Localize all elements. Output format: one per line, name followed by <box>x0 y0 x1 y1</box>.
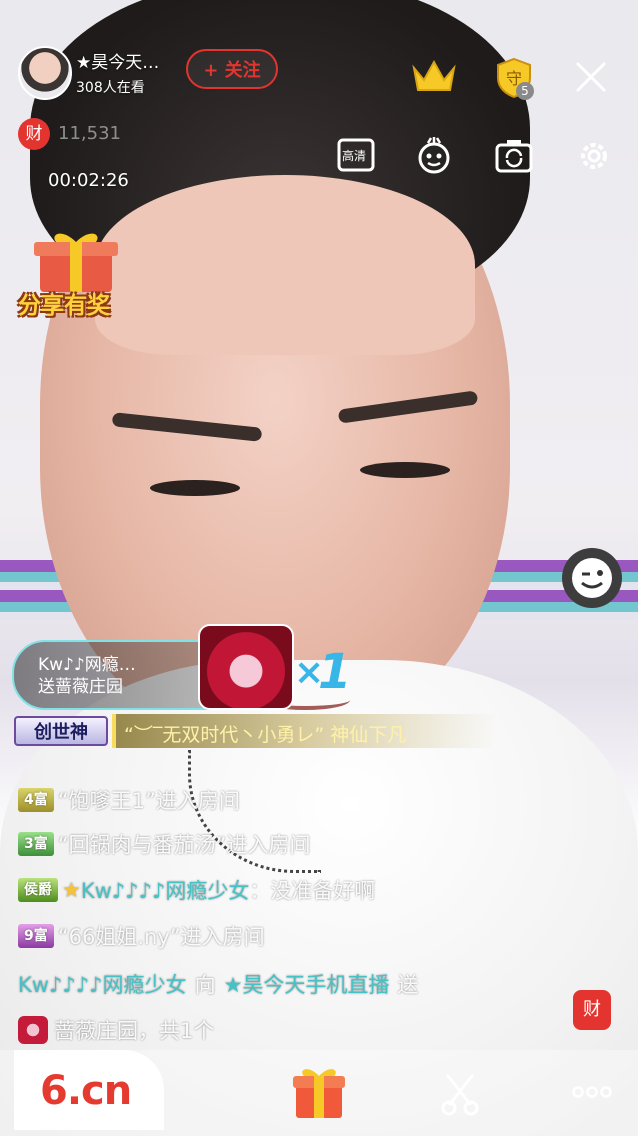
gift-chat-message-line2: 蔷薇庄园，共1个 <box>18 1014 214 1046</box>
crown-icon[interactable] <box>410 56 458 96</box>
chat-text: “饱嗲王1”进入房间 <box>57 789 240 813</box>
streamer-forehead <box>95 175 475 355</box>
live-stream-screen: ★昊今天… 308人在看 + 关注 守 5 财 11,531 00:02:26 … <box>0 0 638 1136</box>
wealth-badge: 财 <box>18 118 50 150</box>
wealth-level-badge: 3富 <box>18 832 54 856</box>
chat-text: “66姐姐.ny”进入房间 <box>57 925 265 949</box>
god-banner-text: “︶‾无双时代丶小勇レ” 神仙下凡 <box>124 724 407 746</box>
settings-gear-icon[interactable] <box>574 136 614 176</box>
star-icon: ★ <box>62 878 81 902</box>
right-eye <box>360 462 450 478</box>
chat-message: 3富 “回锅肉与番茄汤”进入房间 <box>18 828 311 860</box>
close-icon[interactable] <box>574 60 608 94</box>
chat-message: 4富 “饱嗲王1”进入房间 <box>18 784 240 816</box>
gift-action: 送蔷薇庄园 <box>38 677 123 697</box>
gift-chat-send: 送 <box>397 973 419 997</box>
chat-text: “回锅肉与番茄汤”进入房间 <box>57 833 311 857</box>
gift-chat-message: Kw♪♪♪♪网瘾少女 向 ★昊今天手机直播 送 <box>18 968 418 1000</box>
gift-chat-gift-line: 蔷薇庄园，共1个 <box>54 1019 215 1043</box>
anchor-avatar[interactable] <box>18 46 72 100</box>
wealth-level-badge: 4富 <box>18 788 54 812</box>
noble-level-badge: 侯爵 <box>18 878 58 902</box>
chat-user[interactable]: Kw♪♪♪♪网瘾少女 <box>81 875 250 905</box>
wealth-level-badge: 9富 <box>18 924 54 948</box>
switch-camera-icon[interactable] <box>494 136 534 176</box>
wink-face-icon <box>572 558 612 598</box>
face-effect-icon[interactable] <box>414 136 454 176</box>
hd-label: 高清 <box>342 149 367 163</box>
rose-manor-icon <box>18 1016 48 1044</box>
side-face-button[interactable] <box>562 548 622 608</box>
fortune-button[interactable]: 财 <box>573 990 611 1030</box>
chat-message: 9富 “66姐姐.ny”进入房间 <box>18 920 265 952</box>
scissors-clip-icon[interactable] <box>440 1072 480 1116</box>
follow-button[interactable]: + 关注 <box>186 49 278 89</box>
viewer-count: 308人在看 <box>76 80 145 96</box>
rose-manor-gift-icon <box>198 624 294 710</box>
share-reward-label[interactable]: 分享有奖 <box>18 286 110 320</box>
left-eye <box>150 480 240 496</box>
gift-count: 1 <box>318 644 352 700</box>
chat-message: 侯爵 ★ Kw♪♪♪♪网瘾少女 ：没准备好啊 <box>18 874 375 906</box>
wealth-value: 11,531 <box>58 123 121 144</box>
guard-count-badge: 5 <box>516 82 534 100</box>
gift-chat-sender[interactable]: Kw♪♪♪♪网瘾少女 <box>18 969 187 999</box>
gift-chat-receiver[interactable]: ★昊今天手机直播 <box>224 969 390 999</box>
six-cn-logo[interactable]: 6.cn <box>40 1068 132 1114</box>
gift-chat-to: 向 <box>194 973 216 997</box>
gift-button-icon[interactable] <box>292 1062 346 1120</box>
more-options-icon[interactable] <box>572 1084 612 1100</box>
god-level-badge: 创世神 <box>14 716 108 746</box>
anchor-name[interactable]: ★昊今天… <box>76 48 159 73</box>
chat-text: ：没准备好啊 <box>249 879 376 903</box>
live-timer: 00:02:26 <box>48 170 129 191</box>
hd-quality-button[interactable]: 高清 <box>336 136 376 176</box>
